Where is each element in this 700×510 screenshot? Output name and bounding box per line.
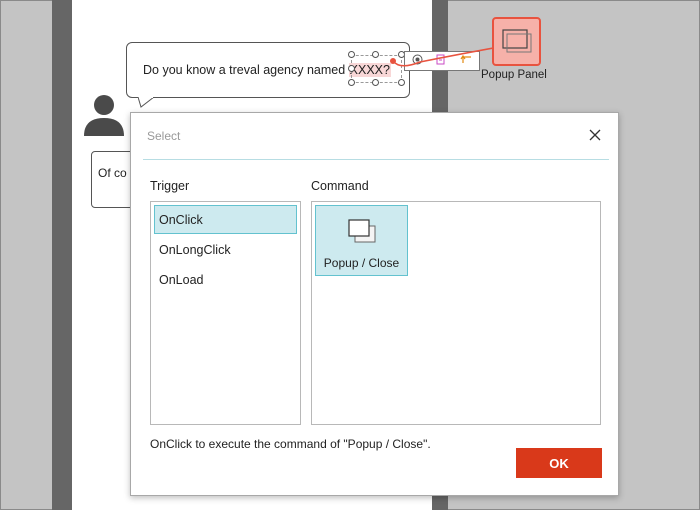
trigger-list[interactable]: OnClick OnLongClick OnLoad xyxy=(150,201,301,425)
trigger-item-onclick[interactable]: OnClick xyxy=(154,205,297,234)
trigger-item-onlongclick[interactable]: OnLongClick xyxy=(154,235,297,264)
trigger-item-onload[interactable]: OnLoad xyxy=(154,265,297,294)
ok-button[interactable]: OK xyxy=(516,448,602,478)
select-dialog: Select Trigger Command OnClick OnLongCli… xyxy=(130,112,619,496)
popup-panel-label: Popup Panel xyxy=(481,69,547,81)
popup-panel-icon xyxy=(502,29,532,53)
command-item-label: Popup / Close xyxy=(323,256,400,270)
command-list[interactable]: Popup / Close xyxy=(311,201,601,425)
popup-panel-widget[interactable] xyxy=(492,17,541,66)
reply-text: Of co xyxy=(98,166,127,180)
person-avatar-icon xyxy=(82,92,128,136)
command-item-popup-close[interactable]: Popup / Close xyxy=(315,205,408,276)
trigger-heading: Trigger xyxy=(150,179,190,193)
popup-window-icon xyxy=(347,218,377,244)
dialog-title: Select xyxy=(147,129,181,143)
dialog-divider xyxy=(143,159,609,160)
command-heading: Command xyxy=(311,179,369,193)
close-icon[interactable] xyxy=(587,127,603,143)
command-description: OnClick to execute the command of "Popup… xyxy=(150,437,431,451)
